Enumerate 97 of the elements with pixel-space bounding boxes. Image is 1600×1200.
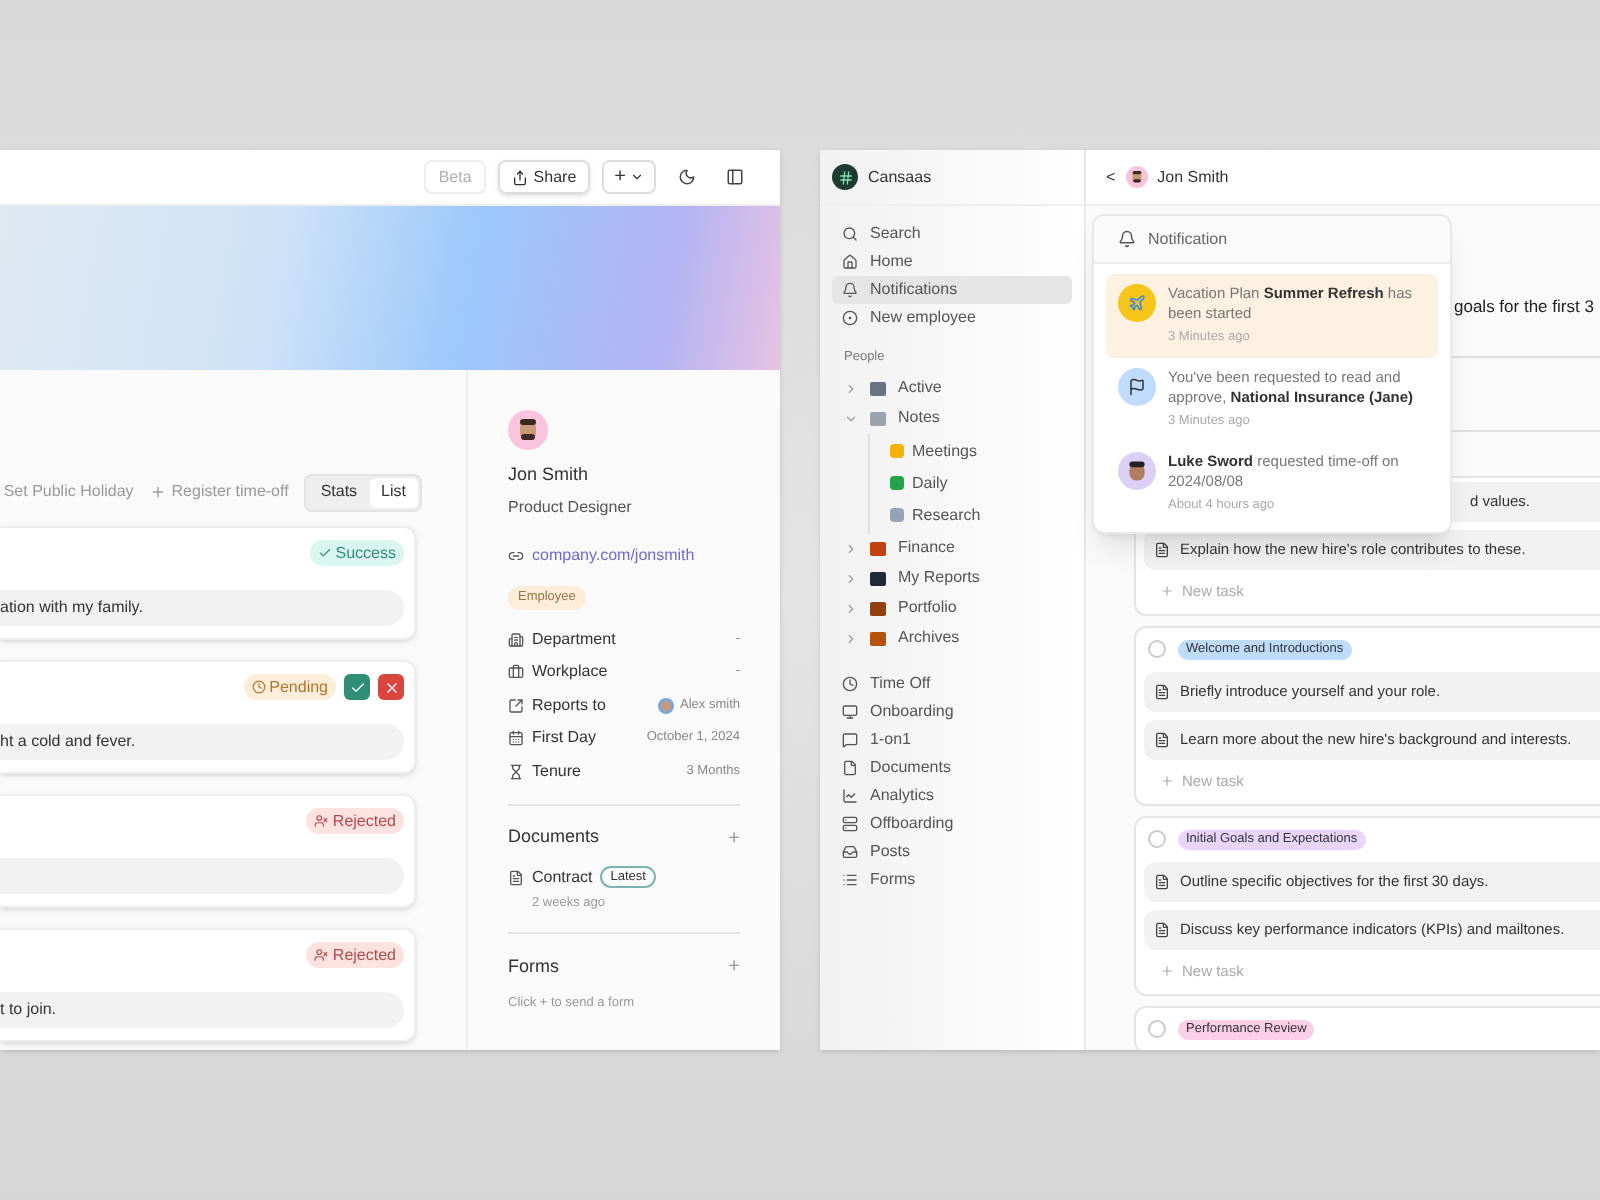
nav-item[interactable]: Time Off [832,669,1072,698]
status-badge: Rejected [306,808,404,834]
nav-item[interactable]: Documents [832,753,1072,782]
link-icon [508,547,524,563]
flag-icon [1118,367,1156,406]
logo-icon [832,164,858,190]
profile-link[interactable]: company.com/jonsmith [532,543,695,567]
reject-button[interactable] [378,674,404,700]
status-badge: Pending [243,674,336,700]
profile-name: Jon Smith [508,462,591,488]
section-title: Forms [508,954,559,980]
status-badge: Rejected [306,942,404,968]
list-icon [842,871,858,888]
search-icon [842,226,858,242]
document-icon [1154,873,1170,890]
nav-item[interactable]: Notifications [832,276,1072,304]
plus-icon [1160,774,1174,789]
document-icon [1154,731,1170,748]
add-menu-button[interactable]: + [602,160,656,194]
tree-item[interactable]: Finance [820,533,1084,564]
field-label: Department [532,627,616,651]
user-x-icon [314,814,329,828]
tree-item[interactable]: Research [870,499,1084,532]
nav-item[interactable]: Posts [832,837,1072,866]
nav-item[interactable]: Search [832,220,1072,248]
home-icon [842,254,858,270]
check-icon [349,679,365,695]
section-text: goals for the first 3 [1454,294,1594,320]
monitor-icon [842,703,858,720]
bell-icon [1118,230,1136,248]
message-bubble: ation with my family. [0,590,404,626]
panel-icon [725,168,743,186]
document-name: Contract [532,865,593,889]
plus-icon [1160,584,1174,599]
section-title: Documents [508,824,600,851]
view-tab[interactable]: List [369,477,418,507]
chat-icon [842,731,858,748]
tree-item[interactable]: Daily [870,467,1084,500]
document-icon [1154,541,1170,558]
clock-icon [842,675,858,692]
field-label: First Day [532,726,596,750]
back-button[interactable]: < [1106,165,1116,189]
tree-item[interactable]: Notes [820,403,1084,434]
server-icon [842,815,858,832]
briefcase-icon [508,664,524,680]
inbox-icon [842,843,858,860]
profile-role: Product Designer [508,495,634,519]
nav-item[interactable]: Forms [832,865,1072,894]
nav-item[interactable]: New employee [832,304,1072,332]
tree-item[interactable]: Archives [820,623,1084,654]
tree-item[interactable]: Portfolio [820,593,1084,624]
tree-item[interactable]: Active [820,373,1084,404]
plane-icon [1118,284,1156,322]
check-icon [317,546,332,560]
field-label: Reports to [532,693,606,717]
approve-button[interactable] [344,674,370,700]
message-bubble: ht a cold and fever. [0,724,404,760]
brand-name: Cansaas [868,165,932,189]
nav-item[interactable]: 1-on1 [832,725,1072,754]
chevron-right-icon [844,381,858,396]
nav-item[interactable]: Home [832,248,1072,276]
share-button[interactable]: Share [497,160,591,194]
document-icon [1154,683,1170,700]
popup-title: Notification [1148,227,1228,251]
plus-icon [149,484,166,500]
moon-icon [677,168,695,186]
message-bubble: t to join. [0,992,404,1028]
avatar [1118,451,1156,489]
document-icon [842,759,858,776]
chevron-down-icon [844,411,858,426]
close-icon [383,679,399,695]
building-icon [508,631,524,647]
tree-item[interactable]: My Reports [820,563,1084,594]
document-icon [508,869,524,885]
nav-item[interactable]: Onboarding [832,697,1072,726]
document-icon [1154,921,1170,938]
page-title: Jon Smith [1157,165,1229,189]
avatar [508,410,548,450]
external-link-icon [508,697,524,713]
status-badge: Success [309,540,404,566]
share-icon [511,169,528,185]
circle-dot-icon [842,310,858,326]
field-label: Tenure [532,759,581,783]
tree-item[interactable]: Meetings [870,435,1084,468]
avatar [658,697,675,713]
hourglass-icon [508,763,524,779]
nav-item[interactable]: Offboarding [832,809,1072,838]
avatar [1125,166,1148,188]
plus-icon [1160,964,1174,979]
clock-icon [251,680,266,694]
calendar-icon [508,730,524,746]
bell-icon [842,282,858,298]
field-label: Workplace [532,660,608,684]
caret-icon [630,170,644,184]
user-x-icon [314,948,329,962]
nav-item[interactable]: Analytics [832,781,1072,810]
chart-icon [842,787,858,804]
